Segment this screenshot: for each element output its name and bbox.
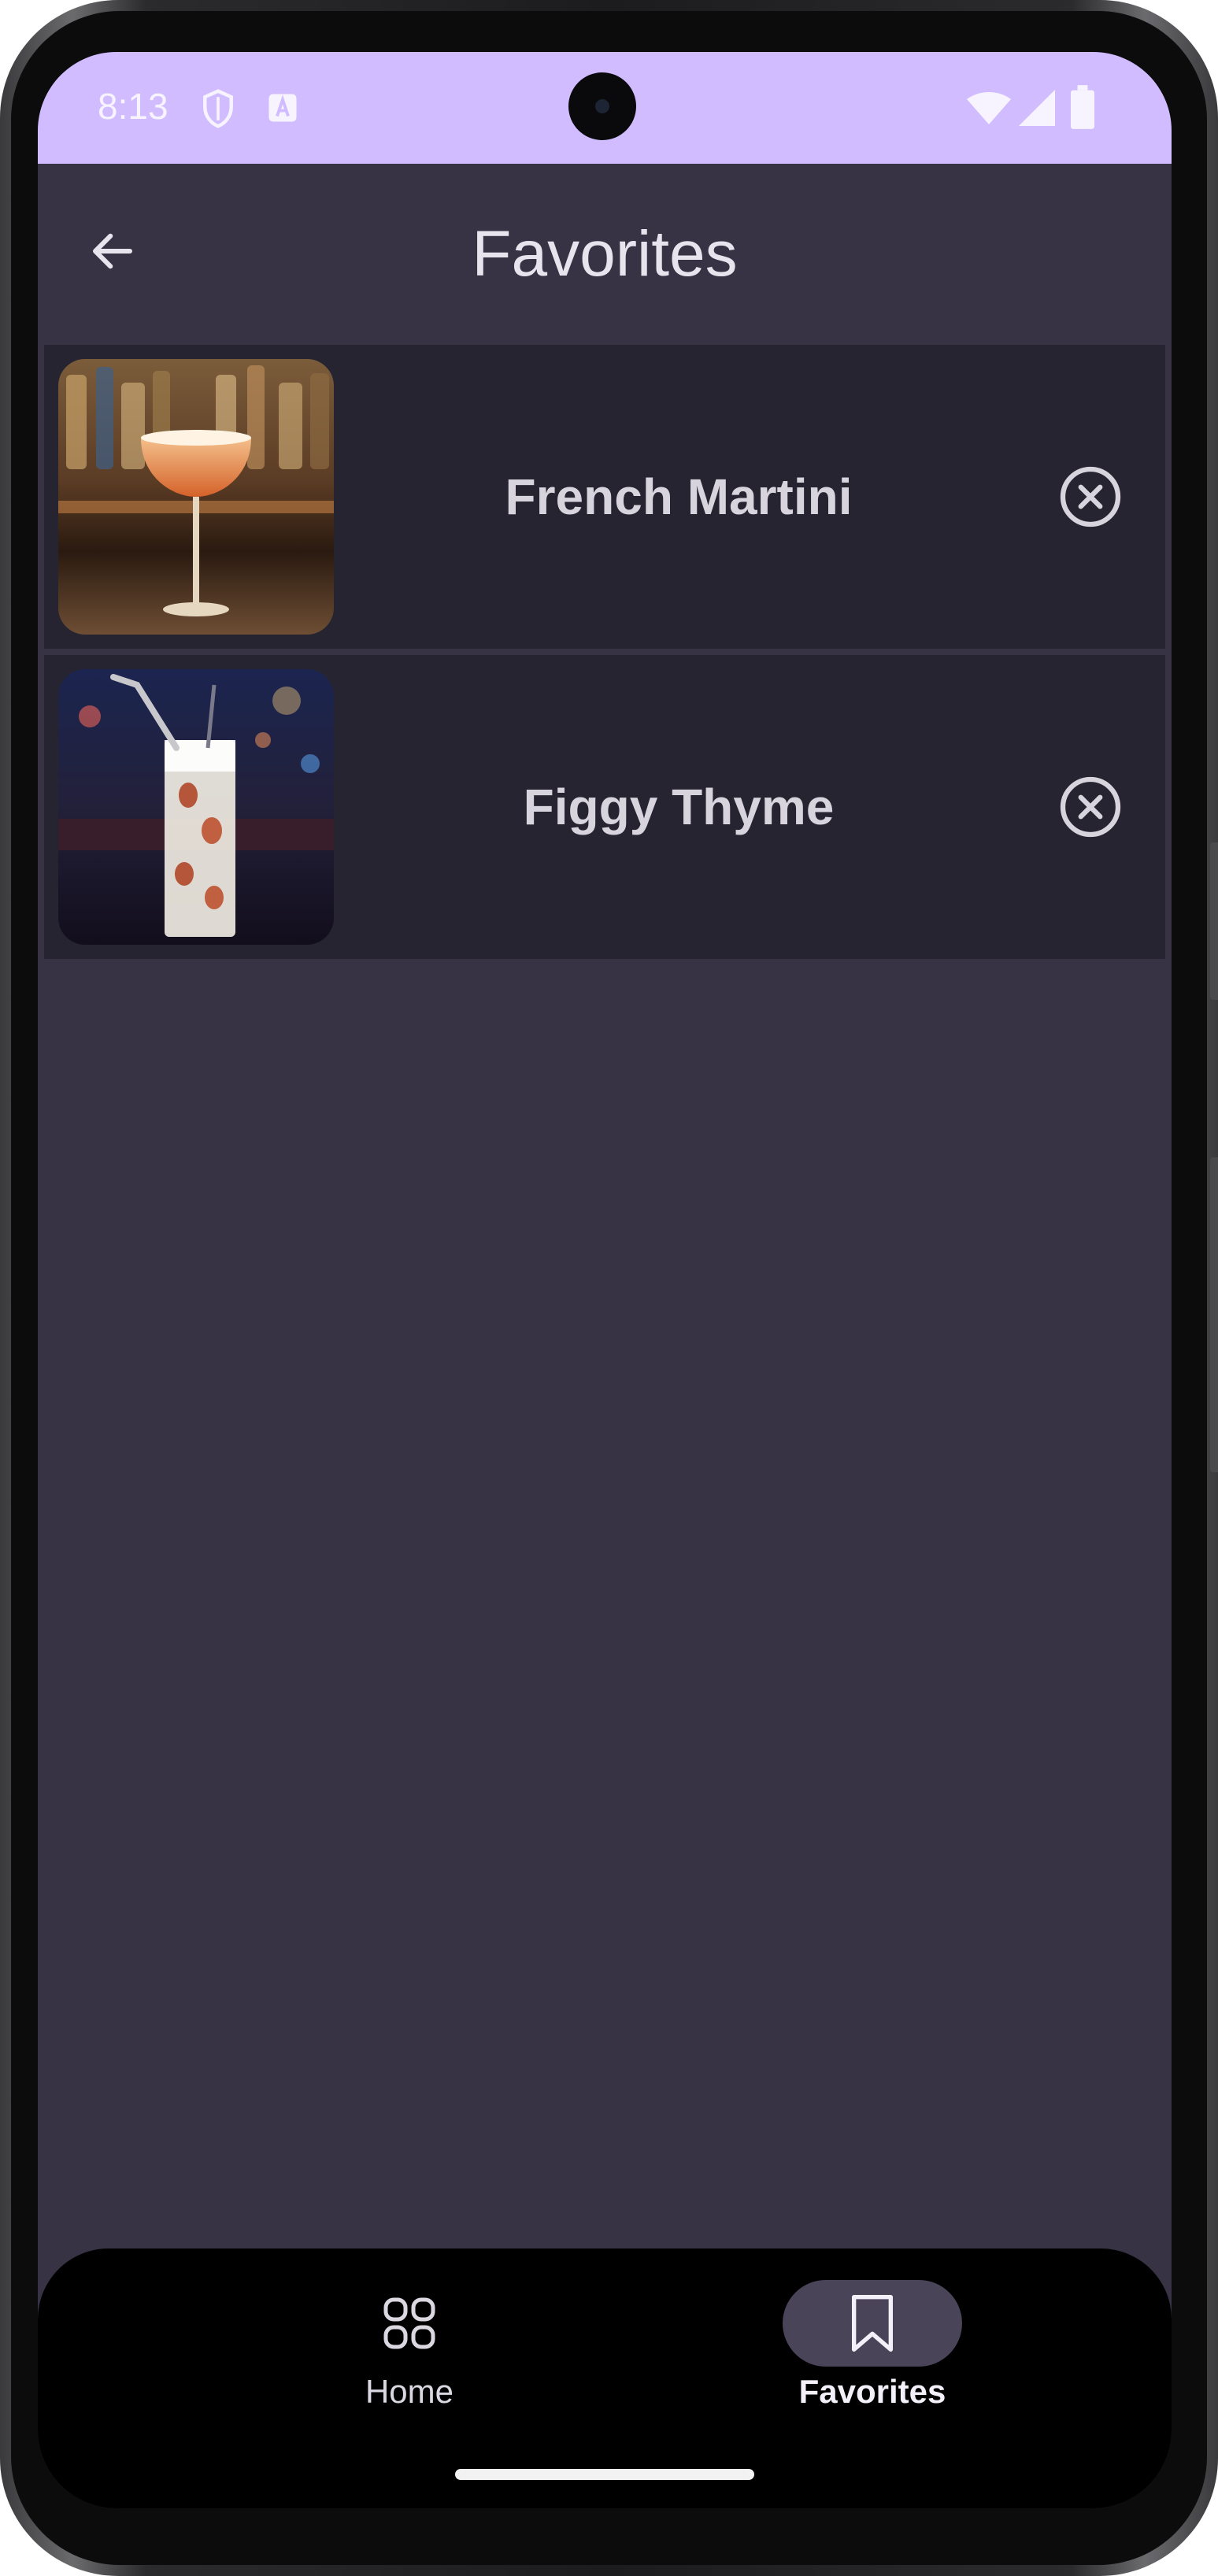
close-circle-icon xyxy=(1060,776,1121,838)
french-martini-photo xyxy=(58,359,334,635)
front-camera xyxy=(568,72,636,140)
bookmark-icon xyxy=(852,2295,894,2352)
battery-icon xyxy=(1071,85,1094,129)
signal-icon xyxy=(1019,90,1055,126)
gesture-bar[interactable] xyxy=(455,2469,754,2480)
screen: 8:13 Favorites French Martini Figgy Thym… xyxy=(38,52,1172,2508)
arrow-back-icon xyxy=(92,233,133,269)
nav-home-indicator xyxy=(320,2280,499,2367)
volume-button xyxy=(1210,842,1218,1000)
wifi-icon xyxy=(967,92,1011,124)
nav-label-home: Home xyxy=(365,2373,454,2410)
status-time: 8:13 xyxy=(98,86,168,127)
top-app-bar: Favorites xyxy=(38,164,1172,345)
list-item[interactable]: Figgy Thyme xyxy=(44,655,1165,959)
figgy-thyme-photo xyxy=(58,669,334,945)
bottom-navigation: Home Favorites xyxy=(38,2248,1172,2508)
back-button[interactable] xyxy=(69,208,156,294)
remove-favorite-button[interactable] xyxy=(1047,453,1134,540)
nav-item-home[interactable]: Home xyxy=(291,2280,528,2437)
close-circle-icon xyxy=(1060,466,1121,527)
nav-item-favorites[interactable]: Favorites xyxy=(754,2280,990,2437)
shield-icon xyxy=(203,89,233,128)
remove-favorite-button[interactable] xyxy=(1047,764,1134,850)
power-button xyxy=(1210,1157,1218,1472)
page-title: Favorites xyxy=(472,218,738,290)
status-bar: 8:13 xyxy=(38,52,1172,164)
phone-frame: 8:13 Favorites French Martini Figgy Thym… xyxy=(0,0,1218,2576)
favorite-name: French Martini xyxy=(505,468,853,525)
grid-icon xyxy=(383,2297,435,2349)
nav-label-favorites: Favorites xyxy=(798,2373,946,2410)
favorite-name: Figgy Thyme xyxy=(523,779,835,835)
nav-selected-indicator xyxy=(783,2280,962,2367)
font-a-icon xyxy=(268,94,297,122)
favorites-list: French Martini Figgy Thyme xyxy=(44,345,1165,965)
list-item[interactable]: French Martini xyxy=(44,345,1165,649)
